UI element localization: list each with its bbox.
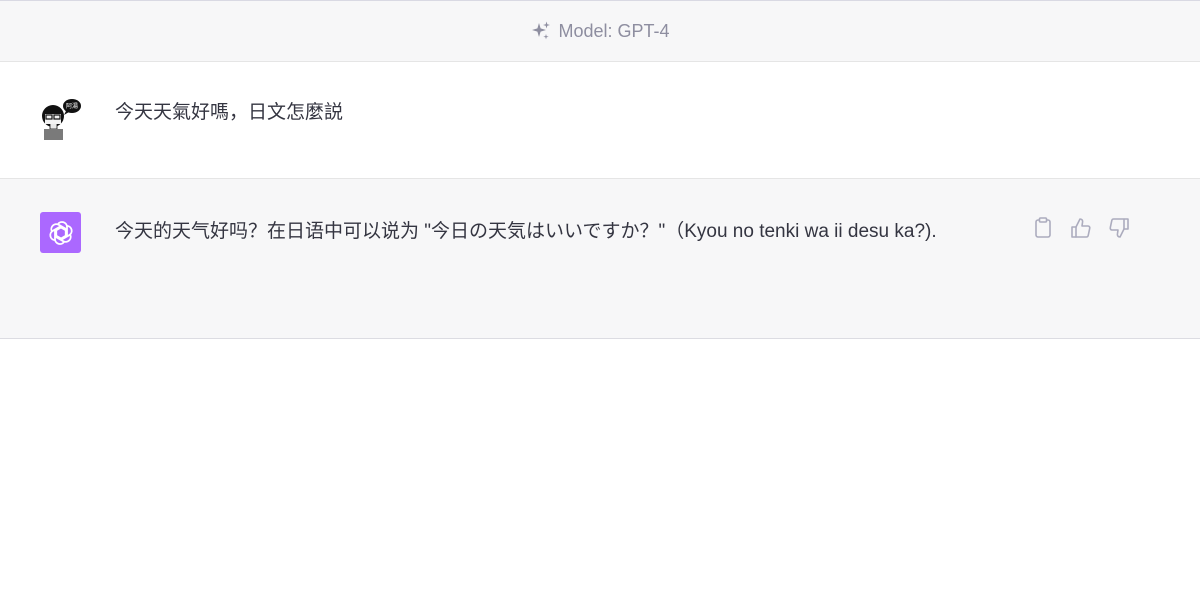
model-label: Model: GPT-4: [558, 20, 670, 41]
openai-logo-icon: [40, 212, 81, 253]
assistant-message-text: 今天的天气好吗？在日语中可以说为 "今日の天気はいいですか？"（Kyou no …: [115, 221, 937, 242]
clipboard-icon[interactable]: [1032, 217, 1054, 239]
sparkles-icon: [530, 20, 552, 42]
user-avatar: 阿湯: [38, 98, 82, 140]
thumbs-up-icon[interactable]: [1070, 217, 1092, 239]
thumbs-down-icon[interactable]: [1108, 217, 1130, 239]
message-actions: [1032, 217, 1130, 239]
assistant-message: 今天的天气好吗？在日语中可以说为 "今日の天気はいいですか？"（Kyou no …: [0, 179, 1200, 339]
model-header: Model: GPT-4: [0, 1, 1200, 62]
svg-text:阿湯: 阿湯: [66, 102, 78, 110]
user-message: 阿湯 今天天氣好嗎，日文怎麼説: [0, 62, 1200, 179]
user-message-text: 今天天氣好嗎，日文怎麼説: [115, 102, 344, 123]
